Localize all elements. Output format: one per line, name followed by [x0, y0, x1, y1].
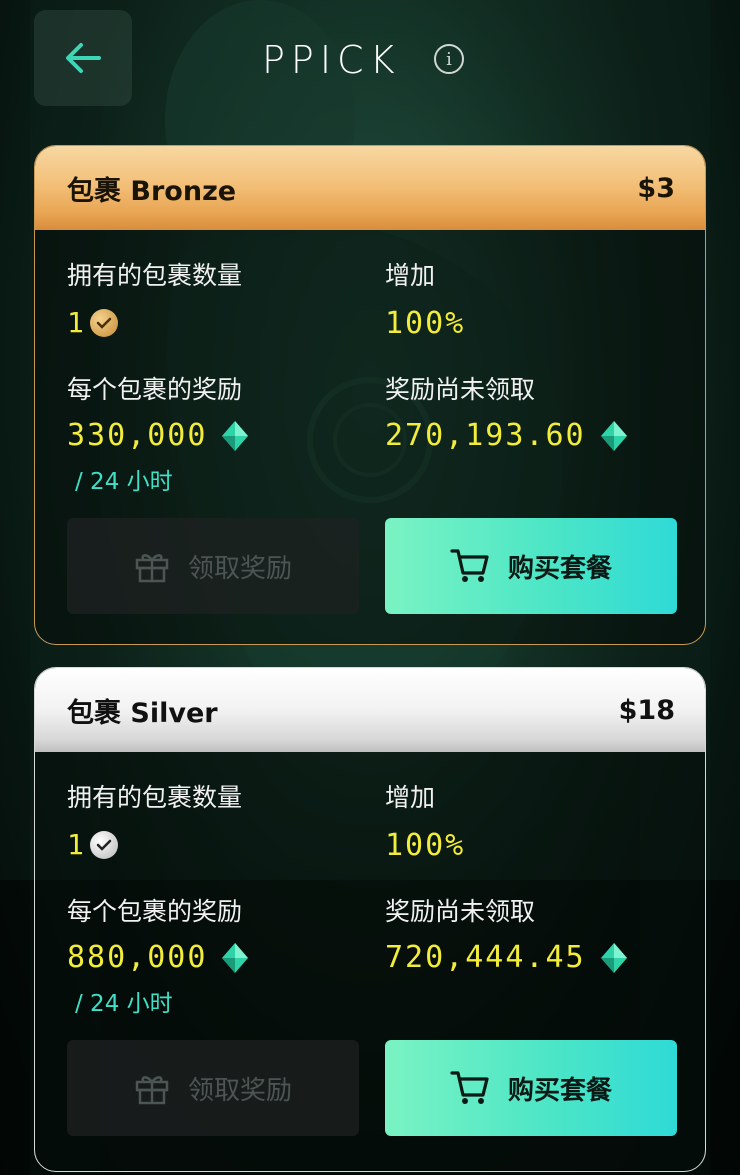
reward-amount: 330,000 — [67, 418, 249, 453]
increase-label: 增加 — [385, 261, 436, 290]
unclaimed-amount: 270,193.60 — [385, 418, 628, 453]
top-bar: PPICK i — [0, 0, 740, 130]
reward-label: 每个包裹的奖励 — [67, 375, 243, 404]
reward-period: / 24 小时 — [75, 469, 173, 495]
owned-label: 拥有的包裹数量 — [67, 261, 243, 290]
reward-value: 330,000 — [67, 418, 208, 453]
unclaimed-value: 720,444.45 — [385, 940, 586, 975]
check-badge-icon — [89, 830, 118, 859]
owned-count: 1 — [67, 306, 118, 339]
card-header: 包裹 Silver $18 — [35, 668, 705, 752]
gem-icon — [600, 942, 627, 973]
arrow-left-icon — [66, 43, 101, 73]
reward-value: 880,000 — [67, 940, 208, 975]
app-logo: PPICK — [262, 38, 401, 82]
gem-icon — [222, 942, 249, 973]
increase-label: 增加 — [385, 783, 436, 812]
claim-label: 领取奖励 — [187, 1075, 292, 1106]
buy-package-button[interactable]: 购买套餐 — [385, 1040, 677, 1136]
reward-label: 每个包裹的奖励 — [67, 897, 243, 926]
package-title: 包裹 Bronze — [67, 175, 237, 207]
reward-amount: 880,000 — [67, 940, 249, 975]
buy-package-button[interactable]: 购买套餐 — [385, 518, 677, 614]
package-title: 包裹 Silver — [67, 697, 218, 729]
unclaimed-label: 奖励尚未领取 — [385, 375, 536, 404]
unclaimed-label: 奖励尚未领取 — [385, 897, 536, 926]
package-card-bronze: 包裹 Bronze $3 拥有的包裹数量 1 增加 100% 每个包裹的奖励 3… — [34, 145, 706, 645]
claim-label: 领取奖励 — [187, 553, 292, 584]
package-price: $18 — [618, 694, 675, 726]
info-icon[interactable]: i — [434, 44, 464, 74]
owned-value: 1 — [67, 306, 84, 339]
package-card-silver: 包裹 Silver $18 拥有的包裹数量 1 增加 100% 每个包裹的奖励 … — [34, 667, 706, 1172]
buy-label: 购买套餐 — [507, 553, 612, 584]
cart-icon — [450, 1071, 489, 1104]
unclaimed-value: 270,193.60 — [385, 418, 586, 453]
reward-period: / 24 小时 — [75, 991, 173, 1017]
check-badge-icon — [89, 308, 118, 337]
gem-icon — [600, 420, 627, 451]
buy-label: 购买套餐 — [507, 1075, 612, 1106]
card-header: 包裹 Bronze $3 — [35, 146, 705, 230]
owned-count: 1 — [67, 828, 118, 861]
gift-icon — [135, 554, 169, 583]
cart-icon — [450, 549, 489, 582]
claim-reward-button[interactable]: 领取奖励 — [67, 1040, 359, 1136]
claim-reward-button[interactable]: 领取奖励 — [67, 518, 359, 614]
package-price: $3 — [637, 172, 675, 204]
back-button[interactable] — [34, 10, 132, 106]
gem-icon — [222, 420, 249, 451]
owned-label: 拥有的包裹数量 — [67, 783, 243, 812]
owned-value: 1 — [67, 828, 84, 861]
increase-value: 100% — [385, 828, 466, 863]
increase-value: 100% — [385, 306, 466, 341]
gift-icon — [135, 1076, 169, 1105]
unclaimed-amount: 720,444.45 — [385, 940, 628, 975]
